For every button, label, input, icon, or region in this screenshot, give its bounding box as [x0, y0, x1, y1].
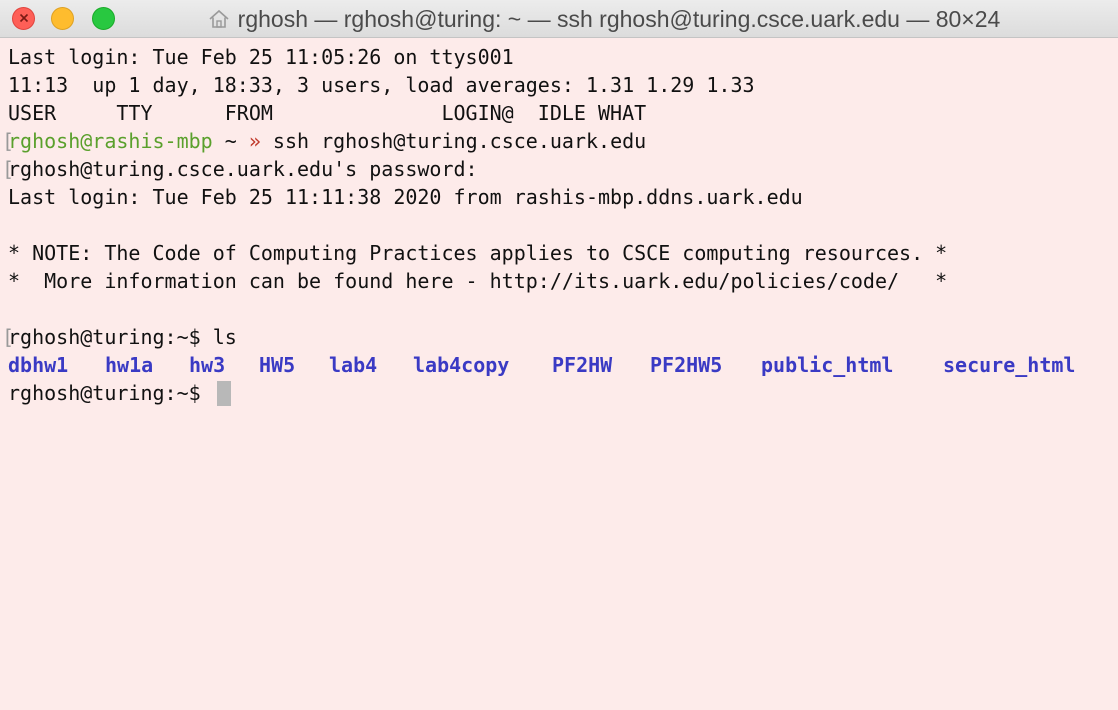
terminal-line: 11:13 up 1 day, 18:33, 3 users, load ave…: [8, 73, 755, 97]
directory-entry[interactable]: dbhw1: [8, 352, 68, 379]
directory-entry[interactable]: lab4copy: [413, 352, 509, 379]
current-prompt: rghosh@turing:~$: [8, 381, 213, 405]
directory-entry[interactable]: public_html: [761, 352, 893, 379]
local-command: ssh rghosh@turing.csce.uark.edu: [260, 129, 647, 153]
remote-last-login: Last login: Tue Feb 25 11:11:38 2020 fro…: [8, 185, 803, 209]
line-marker: [: [2, 325, 15, 349]
remote-prompt-command: rghosh@turing:~$ ls: [8, 325, 237, 349]
password-prompt: rghosh@turing.csce.uark.edu's password:: [8, 157, 478, 181]
local-prompt-user: rghosh@rashis-mbp: [8, 129, 213, 153]
note-line-1: * NOTE: The Code of Computing Practices …: [8, 241, 948, 265]
directory-entry[interactable]: hw3: [189, 352, 225, 379]
directory-entry[interactable]: PF2HW: [552, 352, 612, 379]
directory-entry[interactable]: PF2HW5: [650, 352, 722, 379]
directory-entry[interactable]: HW5: [259, 352, 295, 379]
line-marker: [: [2, 157, 15, 181]
directory-entry[interactable]: secure_html: [943, 352, 1075, 379]
home-icon: [209, 9, 229, 28]
terminal-line: USER TTY FROM LOGIN@ IDLE WHAT: [8, 101, 647, 125]
remote-prompt-line: [rghosh@turing:~$ ls: [2, 324, 237, 351]
current-prompt-line[interactable]: rghosh@turing:~$: [8, 380, 231, 407]
ls-output: dbhw1 hw1a hw3 HW5 lab4 lab4copy PF2HW P…: [8, 352, 1110, 379]
directory-entry[interactable]: hw1a: [105, 352, 153, 379]
line-marker: [: [2, 129, 15, 153]
title-area: rghosh — rghosh@turing: ~ — ssh rghosh@t…: [0, 0, 1118, 38]
local-prompt-dir: ~: [212, 129, 249, 153]
password-line: [rghosh@turing.csce.uark.edu's password:: [2, 156, 478, 183]
local-prompt-line: [rghosh@rashis-mbp ~ » ssh rghosh@turing…: [2, 128, 647, 155]
prompt-arrow: »: [248, 129, 261, 153]
window-title: rghosh — rghosh@turing: ~ — ssh rghosh@t…: [237, 5, 1001, 32]
terminal-window: rghosh — rghosh@turing: ~ — ssh rghosh@t…: [0, 0, 1118, 710]
terminal-line: Last login: Tue Feb 25 11:05:26 on ttys0…: [8, 45, 514, 69]
directory-entry[interactable]: lab4: [329, 352, 377, 379]
text-cursor: [216, 381, 231, 406]
note-line-2: * More information can be found here - h…: [8, 269, 948, 293]
title-group: rghosh — rghosh@turing: ~ — ssh rghosh@t…: [208, 5, 1001, 33]
title-bar[interactable]: rghosh — rghosh@turing: ~ — ssh rghosh@t…: [0, 0, 1118, 38]
terminal-content[interactable]: Last login: Tue Feb 25 11:05:26 on ttys0…: [2, 44, 1110, 704]
